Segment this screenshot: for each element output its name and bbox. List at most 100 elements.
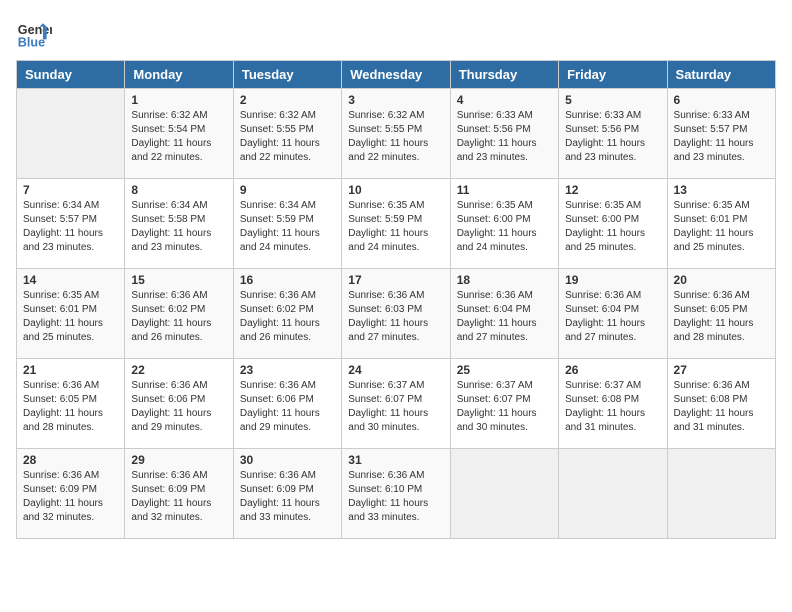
cell-info: Sunrise: 6:35 AM Sunset: 6:00 PM Dayligh… — [565, 199, 660, 255]
cell-info: Sunrise: 6:37 AM Sunset: 6:08 PM Dayligh… — [565, 379, 660, 435]
day-number: 1 — [131, 93, 226, 107]
day-header-wednesday: Wednesday — [342, 61, 450, 89]
calendar-cell — [559, 449, 667, 539]
day-number: 14 — [23, 273, 118, 287]
cell-info: Sunrise: 6:34 AM Sunset: 5:59 PM Dayligh… — [240, 199, 335, 255]
day-number: 16 — [240, 273, 335, 287]
day-number: 8 — [131, 183, 226, 197]
calendar-table: SundayMondayTuesdayWednesdayThursdayFrid… — [16, 60, 776, 539]
day-number: 25 — [457, 363, 552, 377]
cell-info: Sunrise: 6:37 AM Sunset: 6:07 PM Dayligh… — [457, 379, 552, 435]
calendar-cell: 19 Sunrise: 6:36 AM Sunset: 6:04 PM Dayli… — [559, 269, 667, 359]
calendar-cell: 1 Sunrise: 6:32 AM Sunset: 5:54 PM Daylig… — [125, 89, 233, 179]
calendar-cell: 26 Sunrise: 6:37 AM Sunset: 6:08 PM Dayli… — [559, 359, 667, 449]
logo: General Blue — [16, 16, 52, 52]
calendar-cell: 20 Sunrise: 6:36 AM Sunset: 6:05 PM Dayli… — [667, 269, 775, 359]
day-number: 7 — [23, 183, 118, 197]
day-header-saturday: Saturday — [667, 61, 775, 89]
day-header-thursday: Thursday — [450, 61, 558, 89]
calendar-header-row: SundayMondayTuesdayWednesdayThursdayFrid… — [17, 61, 776, 89]
day-header-tuesday: Tuesday — [233, 61, 341, 89]
cell-info: Sunrise: 6:36 AM Sunset: 6:10 PM Dayligh… — [348, 469, 443, 525]
cell-info: Sunrise: 6:36 AM Sunset: 6:09 PM Dayligh… — [23, 469, 118, 525]
cell-info: Sunrise: 6:35 AM Sunset: 6:00 PM Dayligh… — [457, 199, 552, 255]
day-number: 10 — [348, 183, 443, 197]
day-header-sunday: Sunday — [17, 61, 125, 89]
cell-info: Sunrise: 6:33 AM Sunset: 5:57 PM Dayligh… — [674, 109, 769, 165]
calendar-cell: 15 Sunrise: 6:36 AM Sunset: 6:02 PM Dayli… — [125, 269, 233, 359]
calendar-cell: 6 Sunrise: 6:33 AM Sunset: 5:57 PM Daylig… — [667, 89, 775, 179]
cell-info: Sunrise: 6:36 AM Sunset: 6:04 PM Dayligh… — [457, 289, 552, 345]
day-number: 26 — [565, 363, 660, 377]
calendar-cell: 16 Sunrise: 6:36 AM Sunset: 6:02 PM Dayli… — [233, 269, 341, 359]
calendar-week-2: 7 Sunrise: 6:34 AM Sunset: 5:57 PM Daylig… — [17, 179, 776, 269]
cell-info: Sunrise: 6:36 AM Sunset: 6:02 PM Dayligh… — [131, 289, 226, 345]
calendar-cell: 12Sunrise: 6:35 AM Sunset: 6:00 PM Dayli… — [559, 179, 667, 269]
calendar-cell — [450, 449, 558, 539]
cell-info: Sunrise: 6:32 AM Sunset: 5:55 PM Dayligh… — [240, 109, 335, 165]
calendar-cell: 21 Sunrise: 6:36 AM Sunset: 6:05 PM Dayli… — [17, 359, 125, 449]
cell-info: Sunrise: 6:36 AM Sunset: 6:09 PM Dayligh… — [131, 469, 226, 525]
day-number: 15 — [131, 273, 226, 287]
cell-info: Sunrise: 6:36 AM Sunset: 6:02 PM Dayligh… — [240, 289, 335, 345]
calendar-cell: 4 Sunrise: 6:33 AM Sunset: 5:56 PM Daylig… — [450, 89, 558, 179]
calendar-cell: 24 Sunrise: 6:37 AM Sunset: 6:07 PM Dayli… — [342, 359, 450, 449]
calendar-cell: 3Sunrise: 6:32 AM Sunset: 5:55 PM Daylig… — [342, 89, 450, 179]
svg-text:Blue: Blue — [18, 36, 45, 50]
calendar-cell: 14 Sunrise: 6:35 AM Sunset: 6:01 PM Dayli… — [17, 269, 125, 359]
day-number: 11 — [457, 183, 552, 197]
page-header: General Blue — [16, 16, 776, 52]
day-number: 23 — [240, 363, 335, 377]
day-number: 20 — [674, 273, 769, 287]
day-number: 9 — [240, 183, 335, 197]
day-number: 27 — [674, 363, 769, 377]
calendar-cell: 13Sunrise: 6:35 AM Sunset: 6:01 PM Dayli… — [667, 179, 775, 269]
calendar-cell: 7 Sunrise: 6:34 AM Sunset: 5:57 PM Daylig… — [17, 179, 125, 269]
calendar-cell: 17 Sunrise: 6:36 AM Sunset: 6:03 PM Dayli… — [342, 269, 450, 359]
cell-info: Sunrise: 6:36 AM Sunset: 6:05 PM Dayligh… — [674, 289, 769, 345]
calendar-cell: 22 Sunrise: 6:36 AM Sunset: 6:06 PM Dayli… — [125, 359, 233, 449]
day-number: 28 — [23, 453, 118, 467]
day-number: 3 — [348, 93, 443, 107]
day-number: 19 — [565, 273, 660, 287]
calendar-cell: 27Sunrise: 6:36 AM Sunset: 6:08 PM Dayli… — [667, 359, 775, 449]
day-header-monday: Monday — [125, 61, 233, 89]
day-number: 24 — [348, 363, 443, 377]
cell-info: Sunrise: 6:36 AM Sunset: 6:05 PM Dayligh… — [23, 379, 118, 435]
calendar-cell: 29 Sunrise: 6:36 AM Sunset: 6:09 PM Dayli… — [125, 449, 233, 539]
calendar-week-3: 14 Sunrise: 6:35 AM Sunset: 6:01 PM Dayli… — [17, 269, 776, 359]
cell-info: Sunrise: 6:36 AM Sunset: 6:03 PM Dayligh… — [348, 289, 443, 345]
cell-info: Sunrise: 6:34 AM Sunset: 5:58 PM Dayligh… — [131, 199, 226, 255]
day-number: 6 — [674, 93, 769, 107]
day-number: 17 — [348, 273, 443, 287]
day-number: 21 — [23, 363, 118, 377]
calendar-cell: 18 Sunrise: 6:36 AM Sunset: 6:04 PM Dayli… — [450, 269, 558, 359]
cell-info: Sunrise: 6:35 AM Sunset: 5:59 PM Dayligh… — [348, 199, 443, 255]
day-number: 22 — [131, 363, 226, 377]
calendar-cell: 10 Sunrise: 6:35 AM Sunset: 5:59 PM Dayli… — [342, 179, 450, 269]
cell-info: Sunrise: 6:34 AM Sunset: 5:57 PM Dayligh… — [23, 199, 118, 255]
cell-info: Sunrise: 6:35 AM Sunset: 6:01 PM Dayligh… — [674, 199, 769, 255]
calendar-cell — [667, 449, 775, 539]
day-number: 4 — [457, 93, 552, 107]
calendar-cell: 9 Sunrise: 6:34 AM Sunset: 5:59 PM Daylig… — [233, 179, 341, 269]
day-number: 29 — [131, 453, 226, 467]
calendar-cell: 2Sunrise: 6:32 AM Sunset: 5:55 PM Daylig… — [233, 89, 341, 179]
cell-info: Sunrise: 6:36 AM Sunset: 6:04 PM Dayligh… — [565, 289, 660, 345]
cell-info: Sunrise: 6:35 AM Sunset: 6:01 PM Dayligh… — [23, 289, 118, 345]
cell-info: Sunrise: 6:33 AM Sunset: 5:56 PM Dayligh… — [457, 109, 552, 165]
logo-icon: General Blue — [16, 16, 52, 52]
day-number: 31 — [348, 453, 443, 467]
cell-info: Sunrise: 6:33 AM Sunset: 5:56 PM Dayligh… — [565, 109, 660, 165]
calendar-cell: 23 Sunrise: 6:36 AM Sunset: 6:06 PM Dayli… — [233, 359, 341, 449]
calendar-cell: 5Sunrise: 6:33 AM Sunset: 5:56 PM Daylig… — [559, 89, 667, 179]
calendar-cell: 30Sunrise: 6:36 AM Sunset: 6:09 PM Dayli… — [233, 449, 341, 539]
cell-info: Sunrise: 6:37 AM Sunset: 6:07 PM Dayligh… — [348, 379, 443, 435]
cell-info: Sunrise: 6:32 AM Sunset: 5:54 PM Dayligh… — [131, 109, 226, 165]
calendar-week-1: 1 Sunrise: 6:32 AM Sunset: 5:54 PM Daylig… — [17, 89, 776, 179]
day-number: 18 — [457, 273, 552, 287]
cell-info: Sunrise: 6:36 AM Sunset: 6:06 PM Dayligh… — [240, 379, 335, 435]
day-number: 30 — [240, 453, 335, 467]
cell-info: Sunrise: 6:36 AM Sunset: 6:06 PM Dayligh… — [131, 379, 226, 435]
calendar-cell — [17, 89, 125, 179]
